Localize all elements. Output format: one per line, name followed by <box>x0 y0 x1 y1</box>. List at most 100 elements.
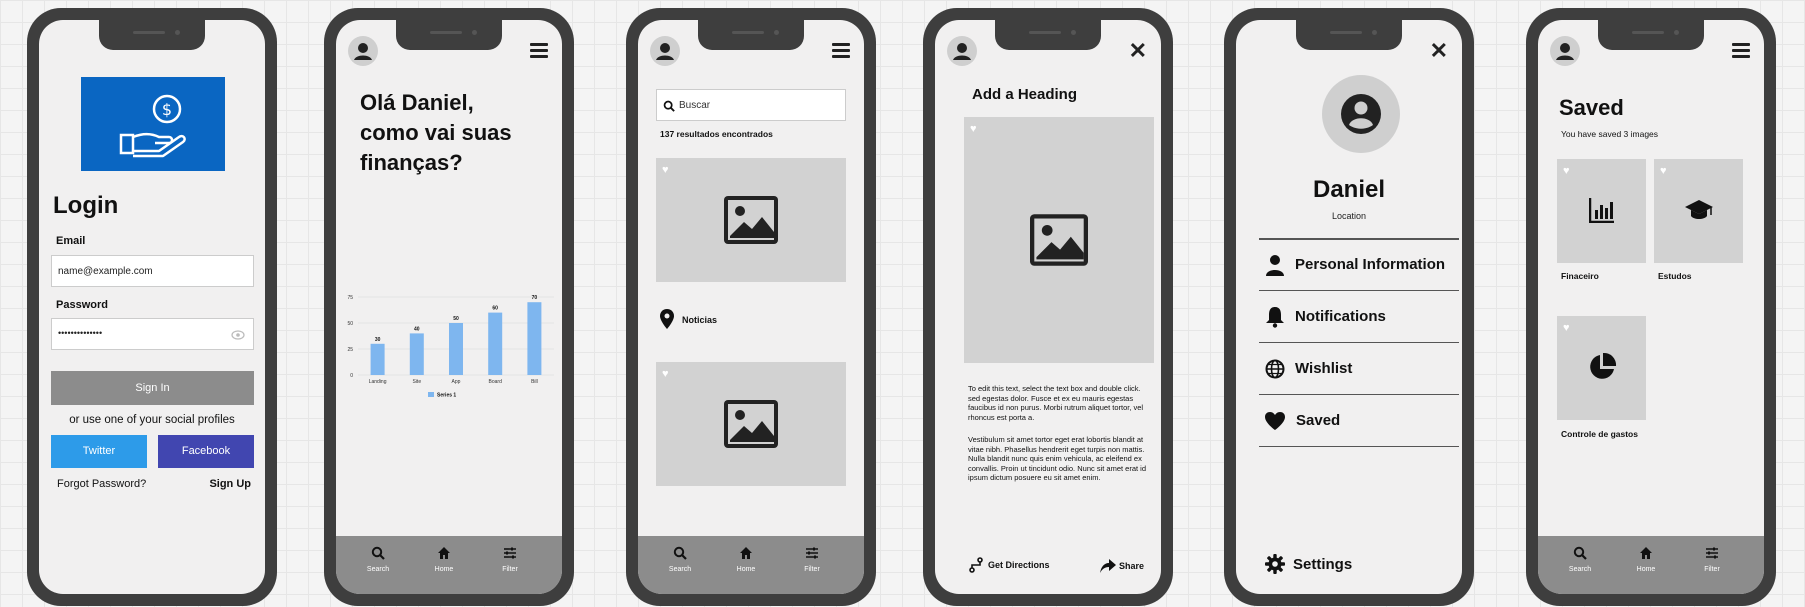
heart-icon[interactable]: ♥ <box>662 164 669 176</box>
nav-home[interactable]: Home <box>1626 546 1666 573</box>
search-input[interactable]: Buscar <box>656 89 846 121</box>
heart-icon[interactable]: ♥ <box>970 123 977 135</box>
bar-chart-icon <box>1589 198 1614 223</box>
heart-icon[interactable]: ♥ <box>1563 165 1570 177</box>
home-icon <box>740 547 752 559</box>
data-label: 40 <box>414 326 420 332</box>
avatar[interactable] <box>1550 36 1580 66</box>
x-tick-label: Board <box>489 379 503 385</box>
nav-label: Filter <box>502 566 518 573</box>
eye-icon[interactable] <box>231 330 245 340</box>
data-label: 50 <box>453 316 459 322</box>
heart-icon[interactable]: ♥ <box>1660 165 1667 177</box>
svg-text:$: $ <box>162 100 172 119</box>
close-icon[interactable]: ✕ <box>1129 38 1147 64</box>
image-icon <box>724 400 778 448</box>
menu-item-notifications[interactable]: Notifications <box>1259 291 1459 343</box>
globe-icon <box>1265 359 1285 378</box>
avatar[interactable] <box>947 36 977 66</box>
phone-dashboard: Olá Daniel, como vai suas finanças? 0 25 5… <box>324 8 574 606</box>
greeting-line: finanças? <box>360 150 463 175</box>
search-icon <box>1573 546 1587 560</box>
search-icon <box>673 546 687 560</box>
heart-icon[interactable]: ♥ <box>662 368 669 380</box>
bar <box>370 343 385 375</box>
forgot-password-link[interactable]: Forgot Password? <box>57 478 146 490</box>
share-label: Share <box>1119 561 1145 571</box>
share-icon <box>1100 559 1116 573</box>
saved-item-card[interactable]: ♥ <box>1654 159 1743 263</box>
phone-login: $ Login Email name@example.com Password … <box>27 8 277 606</box>
greeting-line: Olá Daniel, <box>360 90 474 115</box>
home-icon <box>438 547 450 559</box>
phone-detail: ✕ Add a Heading ♥ To edit this text, sel… <box>923 8 1173 606</box>
nav-label: Search <box>366 566 390 573</box>
nav-search[interactable]: Search <box>1560 546 1600 573</box>
social-text: or use one of your social profiles <box>69 414 235 426</box>
menu-item-wishlist[interactable]: Wishlist <box>1259 343 1459 395</box>
hamburger-menu-icon[interactable] <box>1732 43 1750 59</box>
bar <box>527 302 542 375</box>
avatar[interactable] <box>650 36 680 66</box>
saved-item-card[interactable]: ♥ <box>1557 159 1646 263</box>
twitter-button[interactable]: Twitter <box>51 435 147 468</box>
image-icon <box>724 196 778 244</box>
menu-label: Notifications <box>1295 308 1386 325</box>
login-title: Login <box>53 192 119 219</box>
bottom-nav: Search Home Filter <box>1538 536 1764 594</box>
avatar[interactable] <box>348 36 378 66</box>
phone-saved: Saved You have saved 3 images ♥ Finaceir… <box>1526 8 1776 606</box>
result-count: 137 resultados encontrados <box>660 129 773 139</box>
directions-label: Get Directions <box>988 560 1050 570</box>
image-card[interactable]: ♥ <box>656 158 846 282</box>
menu-label: Personal Information <box>1295 256 1446 273</box>
nav-home[interactable]: Home <box>424 546 464 573</box>
image-card[interactable]: ♥ <box>656 362 846 486</box>
nav-label: Home <box>434 566 454 573</box>
bottom-nav: Search Home Filter <box>638 536 864 594</box>
share-button[interactable]: Share <box>1100 559 1144 573</box>
person-icon <box>1266 254 1284 276</box>
phone-search: Buscar 137 resultados encontrados ♥ Noti… <box>626 8 876 606</box>
x-tick-label: Landing <box>369 379 387 385</box>
body-paragraph: Vestibulum sit amet tortor eget erat lob… <box>968 435 1147 482</box>
settings-button[interactable]: Settings <box>1265 554 1352 574</box>
heart-icon[interactable]: ♥ <box>1563 322 1570 334</box>
hamburger-menu-icon[interactable] <box>832 43 850 59</box>
nav-filter[interactable]: Filter <box>1692 546 1732 573</box>
nav-filter[interactable]: Filter <box>490 546 530 573</box>
y-tick-label: 25 <box>347 347 353 353</box>
search-icon <box>663 100 675 112</box>
sign-in-button[interactable]: Sign In <box>51 371 254 405</box>
password-value: •••••••••••••• <box>58 328 103 338</box>
saved-item-label: Estudos <box>1658 271 1692 281</box>
home-icon <box>1640 547 1652 559</box>
menu-item-saved[interactable]: Saved <box>1259 395 1459 447</box>
hero-image[interactable]: ♥ <box>964 117 1154 363</box>
hamburger-menu-icon[interactable] <box>530 43 548 59</box>
x-tick-label: Site <box>412 379 421 385</box>
nav-home[interactable]: Home <box>726 546 766 573</box>
user-circle-icon <box>1341 94 1381 134</box>
password-field[interactable]: •••••••••••••• <box>51 318 254 350</box>
close-icon[interactable]: ✕ <box>1430 38 1448 64</box>
search-placeholder: Buscar <box>679 100 711 111</box>
nav-search[interactable]: Search <box>358 546 398 573</box>
menu-item-personal-information[interactable]: Personal Information <box>1259 239 1459 291</box>
nav-filter[interactable]: Filter <box>792 546 832 573</box>
profile-avatar[interactable] <box>1322 75 1400 153</box>
body-paragraph: To edit this text, select the text box a… <box>968 384 1144 422</box>
saved-item-card[interactable]: ♥ <box>1557 316 1646 420</box>
email-field[interactable]: name@example.com <box>51 255 254 287</box>
dashboard-screen: Olá Daniel, como vai suas finanças? 0 25 5… <box>336 20 562 594</box>
get-directions-button[interactable]: Get Directions <box>968 557 1050 573</box>
data-label: 70 <box>532 295 538 301</box>
sign-up-link[interactable]: Sign Up <box>209 478 251 490</box>
facebook-button[interactable]: Facebook <box>158 435 254 468</box>
nav-search[interactable]: Search <box>660 546 700 573</box>
profile-name: Daniel <box>1312 176 1386 203</box>
y-tick-label: 0 <box>350 373 353 379</box>
location-label: Noticias <box>682 315 718 325</box>
greeting-line: como vai suas <box>360 120 512 145</box>
phone-notch <box>995 20 1101 50</box>
